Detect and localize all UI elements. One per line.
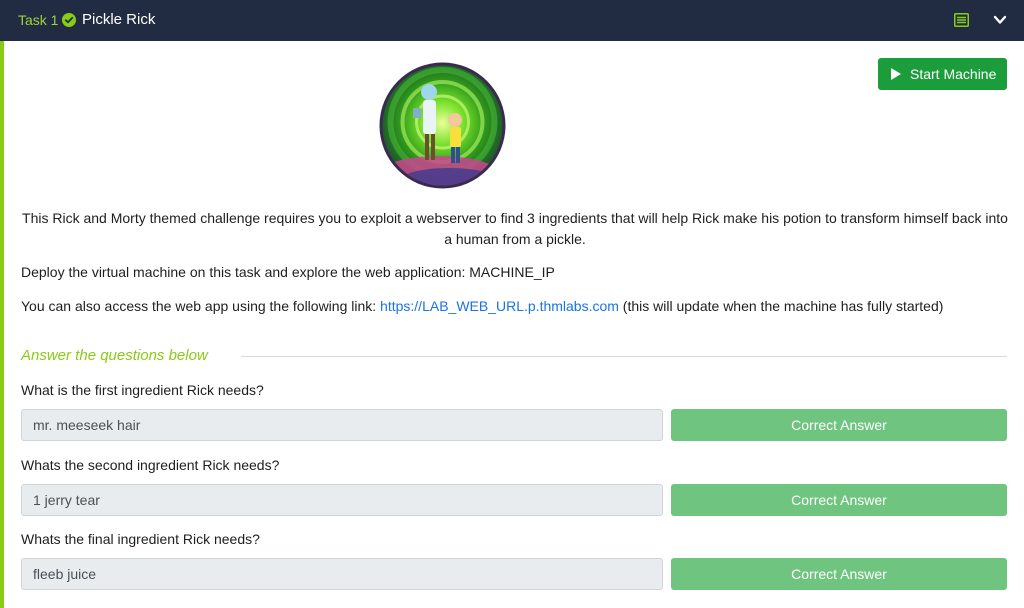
answer-2-field[interactable]: 1 jerry tear	[21, 484, 663, 516]
correct-answer-2-button[interactable]: Correct Answer	[671, 484, 1007, 516]
play-icon	[891, 68, 901, 80]
start-machine-label: Start Machine	[910, 66, 997, 82]
check-circle-icon	[62, 13, 76, 27]
challenge-description: This Rick and Morty themed challenge req…	[22, 210, 1008, 247]
deploy-instructions: Deploy the virtual machine on this task …	[21, 264, 555, 280]
start-machine-button[interactable]: Start Machine	[878, 58, 1007, 90]
task-accent-bar	[0, 41, 4, 608]
correct-answer-3-button[interactable]: Correct Answer	[671, 558, 1007, 590]
task-banner-image	[379, 62, 506, 189]
lab-web-url-link[interactable]: https://LAB_WEB_URL.p.thmlabs.com	[380, 298, 619, 314]
correct-answer-1-button[interactable]: Correct Answer	[671, 409, 1007, 441]
heading-divider	[241, 356, 1007, 357]
access-prefix: You can also access the web app using th…	[21, 298, 381, 314]
answer-heading: Answer the questions below	[21, 347, 208, 364]
question-1-label: What is the first ingredient Rick needs?	[21, 382, 264, 398]
access-suffix: (this will update when the machine has f…	[618, 298, 944, 314]
access-instructions: You can also access the web app using th…	[21, 298, 943, 314]
task-title: Pickle Rick	[82, 11, 156, 28]
chevron-down-icon[interactable]	[993, 14, 1007, 26]
task-number: Task 1	[18, 12, 59, 28]
question-3-label: Whats the final ingredient Rick needs?	[21, 531, 260, 547]
answer-3-field[interactable]: fleeb juice	[21, 558, 663, 590]
list-icon[interactable]	[954, 13, 969, 27]
answer-1-field[interactable]: mr. meeseek hair	[21, 409, 663, 441]
question-2-label: Whats the second ingredient Rick needs?	[21, 457, 280, 473]
task-header[interactable]: Task 1 Pickle Rick	[0, 0, 1024, 41]
